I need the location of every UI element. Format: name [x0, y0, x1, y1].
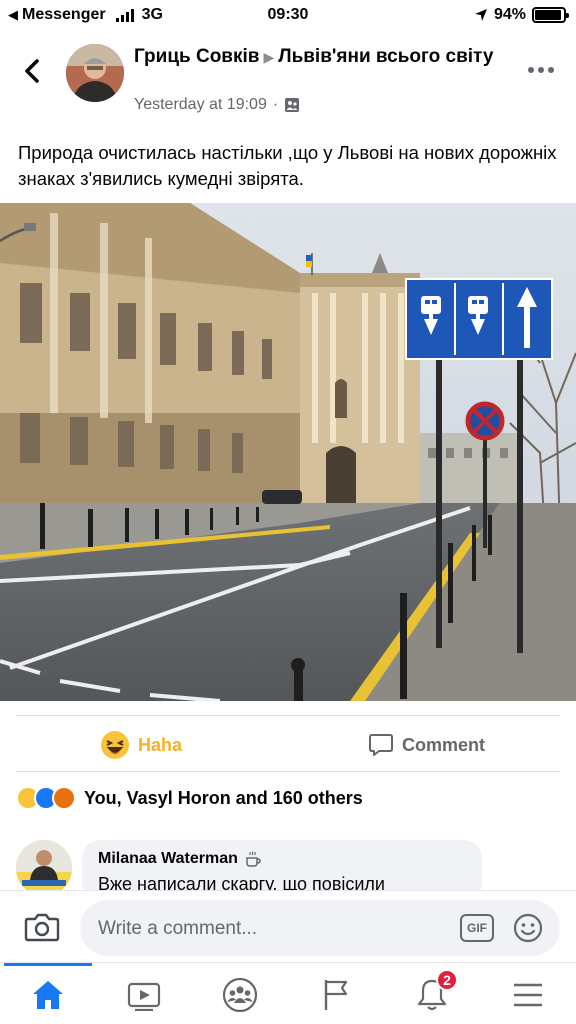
- reaction-icons: [16, 786, 76, 810]
- status-bar: ◀ Messenger 3G 09:30 94%: [0, 0, 576, 30]
- gif-button[interactable]: GIF: [460, 914, 494, 942]
- comment-input-placeholder: Write a comment...: [98, 918, 258, 939]
- nav-watch[interactable]: [124, 975, 164, 1015]
- camera-button[interactable]: [24, 911, 64, 945]
- watch-icon: [127, 982, 161, 1011]
- back-button[interactable]: [18, 56, 48, 86]
- post-header-title: Гриць Совків ▶ Львів'яни всього світу: [134, 45, 494, 69]
- author-avatar[interactable]: [66, 44, 124, 102]
- divider-bottom: [16, 771, 560, 772]
- nav-home[interactable]: [28, 975, 68, 1015]
- street-photo: [0, 203, 576, 701]
- reactions-text: You, Vasyl Horon and 160 others: [84, 787, 363, 808]
- location-arrow-icon: [474, 9, 487, 21]
- avatar-photo: [66, 44, 124, 102]
- comment-button[interactable]: Comment: [368, 726, 485, 764]
- nav-notifications[interactable]: 2: [412, 969, 458, 1015]
- comment-icon: [369, 734, 393, 756]
- author-name[interactable]: Гриць Совків: [134, 46, 259, 67]
- angry-icon: [52, 786, 76, 810]
- comment-composer: Write a comment... GIF: [0, 890, 576, 962]
- post-meta: Yesterday at 19:09 ·: [134, 96, 300, 114]
- haha-icon: [101, 731, 129, 759]
- menu-icon: [514, 983, 542, 1007]
- notifications-badge: 2: [436, 969, 458, 991]
- shared-to-arrow-icon: ▶: [263, 49, 275, 65]
- group-name[interactable]: Львів'яни всього світу: [278, 46, 493, 67]
- coffee-icon: [246, 851, 261, 867]
- emoji-button[interactable]: [512, 912, 544, 944]
- active-tab-indicator: [4, 963, 92, 966]
- commenter-name[interactable]: Milanaa Waterman: [98, 850, 238, 868]
- post-text: Природа очистилась настільки ,що у Львов…: [18, 142, 557, 189]
- status-right: 94%: [474, 6, 569, 24]
- post-timestamp[interactable]: Yesterday at 19:09: [134, 96, 267, 114]
- battery-icon: [532, 7, 569, 23]
- groups-icon: [222, 977, 258, 1013]
- haha-label: Haha: [138, 734, 183, 755]
- post-photo[interactable]: [0, 203, 576, 701]
- reactions-summary[interactable]: You, Vasyl Horon and 160 others: [16, 786, 363, 810]
- camera-icon: [24, 913, 60, 942]
- pages-icon: [324, 980, 348, 1010]
- battery-percent: 94%: [493, 6, 526, 23]
- commenter-avatar[interactable]: [16, 840, 72, 896]
- group-members-icon: [285, 98, 300, 112]
- nav-groups[interactable]: [220, 975, 260, 1015]
- chevron-left-icon: [25, 59, 39, 83]
- comment-label: Comment: [402, 734, 486, 755]
- nav-menu[interactable]: [508, 975, 548, 1015]
- commenter-line: Milanaa Waterman: [98, 850, 466, 868]
- home-icon: [33, 981, 63, 1009]
- comment-input[interactable]: Write a comment... GIF: [80, 900, 560, 956]
- commenter-photo: [16, 840, 72, 896]
- bottom-nav: 2: [0, 962, 576, 1024]
- emoji-icon: [513, 913, 543, 943]
- nav-pages[interactable]: [316, 975, 356, 1015]
- divider-top: [16, 715, 560, 716]
- more-options-button[interactable]: [528, 60, 556, 80]
- meta-separator: ·: [272, 96, 279, 113]
- haha-reaction-button[interactable]: Haha: [100, 726, 182, 764]
